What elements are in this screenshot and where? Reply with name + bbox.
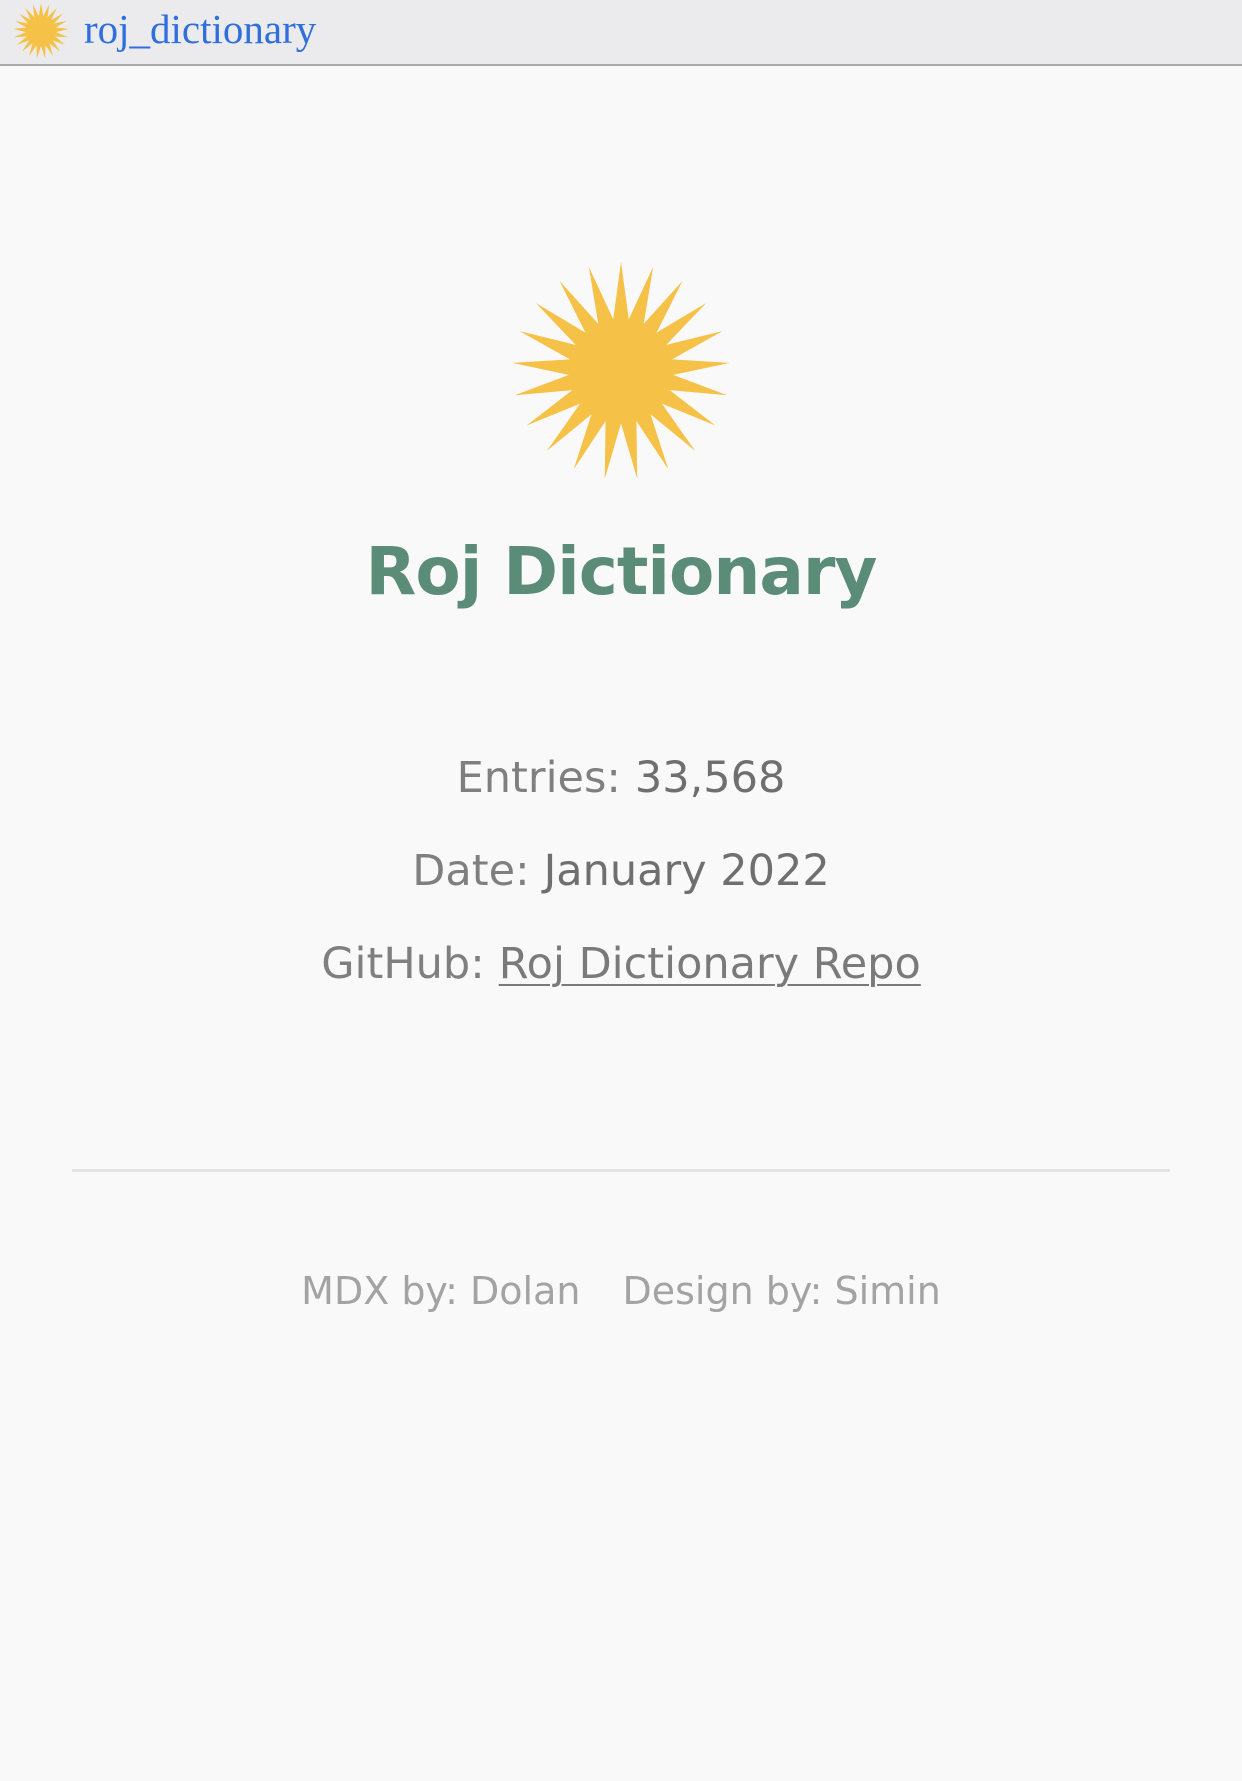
github-repo-link[interactable]: Roj Dictionary Repo [499,939,921,989]
date-label: Date: [412,846,530,896]
entries-row: Entries: 33,568 [0,750,1242,806]
credits: MDX by: Dolan Design by: Simin [0,1265,1242,1317]
page-title: Roj Dictionary [365,533,878,610]
date-row: Date: January 2022 [0,843,1242,899]
sun-logo-icon [512,262,730,479]
entries-label: Entries: [456,753,621,803]
design-credit: Design by: Simin [622,1269,941,1313]
sun-icon [13,3,69,59]
top-bar: roj_dictionary [0,0,1242,66]
date-value: January 2022 [543,846,830,896]
entries-value: 33,568 [634,753,786,803]
divider [72,1169,1170,1172]
github-label: GitHub: [321,939,485,989]
mdx-credit: MDX by: Dolan [301,1269,581,1313]
github-row: GitHub: Roj Dictionary Repo [0,936,1242,992]
app-title-link[interactable]: roj_dictionary [84,4,316,54]
